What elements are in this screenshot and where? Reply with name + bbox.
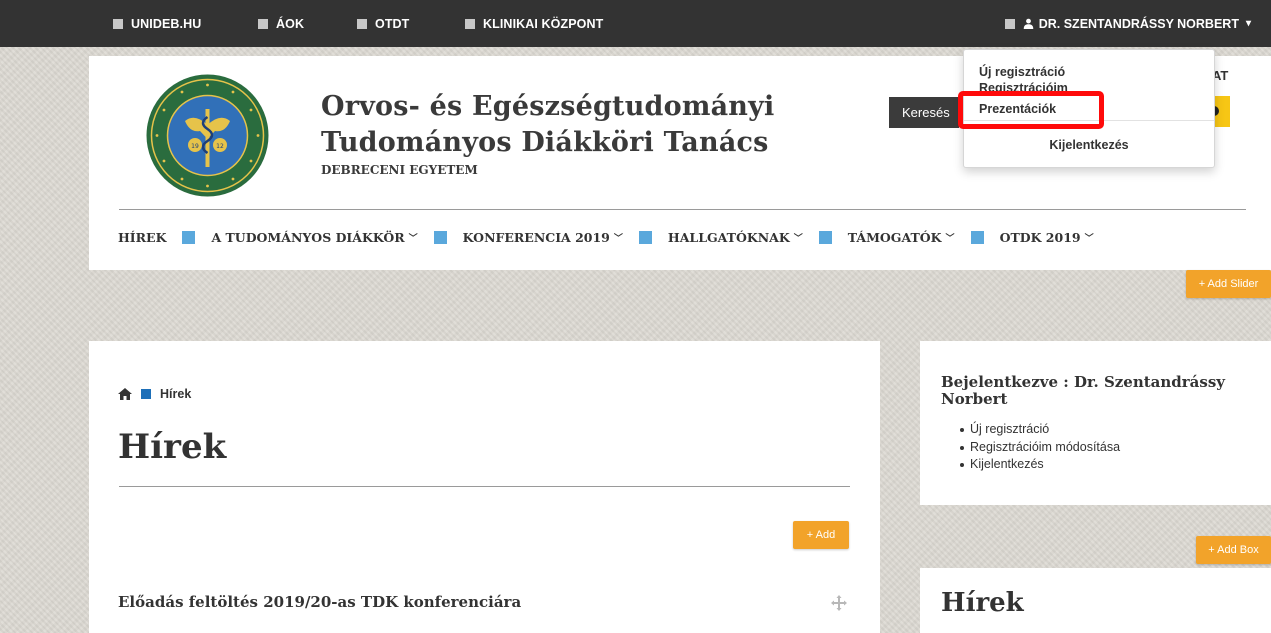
login-status-title: Bejelentkezve : Dr. Szentandrássy Norber… bbox=[941, 373, 1226, 408]
dropdown-item-logout[interactable]: Kijelentkezés bbox=[964, 138, 1214, 152]
dropdown-item-new-registration[interactable]: Új regisztráció bbox=[979, 65, 1065, 79]
site-subtitle: DEBRECENI EGYETEM bbox=[321, 163, 478, 177]
dropdown-item-my-registrations[interactable]: Regisztrációim bbox=[979, 81, 1068, 91]
nav-item-otdk-2019[interactable]: OTDK 2019 ﹀ bbox=[1000, 230, 1094, 245]
breadcrumb: Hírek bbox=[118, 387, 191, 401]
header-divider bbox=[119, 209, 1246, 210]
square-bullet-icon bbox=[465, 18, 475, 29]
breadcrumb-separator bbox=[141, 389, 151, 399]
nav-item-label: HÍREK bbox=[118, 230, 167, 245]
site-title[interactable]: Orvos- és Egészségtudományi Tudományos D… bbox=[321, 89, 774, 161]
nav-item-tamogatok[interactable]: TÁMOGATÓK ﹀ bbox=[848, 230, 955, 245]
add-slider-button[interactable]: + Add Slider bbox=[1186, 270, 1271, 298]
chevron-down-icon: ﹀ bbox=[613, 234, 623, 244]
add-box-button[interactable]: + Add Box bbox=[1196, 536, 1271, 564]
chevron-down-icon: ﹀ bbox=[793, 234, 803, 244]
news-box: Hírek bbox=[920, 568, 1271, 633]
search-button[interactable]: Keresés bbox=[889, 97, 959, 128]
top-link-otdt[interactable]: OTDT bbox=[357, 0, 409, 47]
account-links: Új regisztráció Regisztrációim módosítás… bbox=[959, 421, 1120, 474]
nav-separator bbox=[970, 231, 984, 244]
nav-item-hallgatoknak[interactable]: HALLGATÓKNAK ﹀ bbox=[668, 230, 803, 245]
account-link-logout[interactable]: Kijelentkezés bbox=[959, 456, 1120, 474]
account-link-new-registration[interactable]: Új regisztráció bbox=[959, 421, 1120, 439]
university-seal-logo[interactable]: 19 12 bbox=[145, 73, 270, 198]
nav-separator bbox=[638, 231, 652, 244]
user-icon bbox=[1023, 18, 1033, 29]
add-button[interactable]: + Add bbox=[793, 521, 849, 549]
top-link-label: UNIDEB.HU bbox=[131, 16, 202, 31]
home-icon[interactable] bbox=[118, 388, 132, 400]
nav-item-label: OTDK 2019 bbox=[999, 230, 1081, 245]
main-navigation: HÍREK A TUDOMÁNYOS DIÁKKÖR ﹀ KONFERENCIA… bbox=[118, 230, 1094, 245]
chevron-down-icon: ﹀ bbox=[1084, 234, 1094, 244]
move-icon[interactable] bbox=[831, 595, 847, 611]
nav-item-label: HALLGATÓKNAK bbox=[667, 230, 790, 245]
user-menu-toggle[interactable]: DR. SZENTANDRÁSSY NORBERT ▾ bbox=[1004, 0, 1251, 47]
account-link-edit-registrations[interactable]: Regisztrációim módosítása bbox=[959, 439, 1120, 457]
article-title[interactable]: Előadás feltöltés 2019/20-as TDK konfere… bbox=[118, 593, 521, 611]
nav-item-hirek[interactable]: HÍREK bbox=[118, 230, 166, 245]
top-link-label: ÁOK bbox=[276, 16, 305, 31]
page-title: Hírek bbox=[118, 427, 227, 467]
top-link-label: OTDT bbox=[375, 16, 410, 31]
nav-item-label: TÁMOGATÓK bbox=[847, 230, 942, 245]
square-bullet-icon bbox=[1004, 18, 1015, 29]
top-link-klinikai[interactable]: KLINIKAI KÖZPONT bbox=[465, 0, 603, 47]
title-divider bbox=[119, 486, 850, 487]
breadcrumb-current: Hírek bbox=[160, 387, 192, 401]
top-link-label: KLINIKAI KÖZPONT bbox=[483, 16, 604, 31]
nav-separator bbox=[182, 231, 196, 244]
chevron-down-icon: ﹀ bbox=[945, 234, 955, 244]
main-content: Hírek Hírek + Add Előadás feltöltés 2019… bbox=[89, 341, 880, 633]
chevron-down-icon: ﹀ bbox=[408, 234, 418, 244]
nav-item-konferencia-2019[interactable]: KONFERENCIA 2019 ﹀ bbox=[463, 230, 623, 245]
top-bar: UNIDEB.HU ÁOK OTDT KLINIKAI KÖZPONT DR. … bbox=[0, 0, 1271, 47]
nav-separator bbox=[433, 231, 447, 244]
news-box-title: Hírek bbox=[941, 588, 1024, 618]
login-status-box: Bejelentkezve : Dr. Szentandrássy Norber… bbox=[920, 341, 1271, 505]
site-title-line-1: Orvos- és Egészségtudományi bbox=[321, 91, 775, 122]
svg-text:12: 12 bbox=[216, 143, 224, 150]
site-title-line-2: Tudományos Diákköri Tanács bbox=[321, 127, 769, 158]
square-bullet-icon bbox=[357, 18, 367, 29]
user-name: DR. SZENTANDRÁSSY NORBERT bbox=[1038, 16, 1239, 31]
nav-separator bbox=[818, 231, 832, 244]
nav-item-label: KONFERENCIA 2019 bbox=[462, 230, 610, 245]
top-link-aok[interactable]: ÁOK bbox=[258, 0, 304, 47]
nav-item-label: A TUDOMÁNYOS DIÁKKÖR bbox=[211, 230, 405, 245]
svg-text:19: 19 bbox=[191, 143, 199, 150]
square-bullet-icon bbox=[113, 18, 123, 29]
nav-item-tudomanyos-diakkor[interactable]: A TUDOMÁNYOS DIÁKKÖR ﹀ bbox=[211, 230, 417, 245]
highlight-annotation bbox=[958, 91, 1104, 129]
top-link-unideb[interactable]: UNIDEB.HU bbox=[113, 0, 201, 47]
chevron-down-icon: ▾ bbox=[1245, 18, 1251, 29]
square-bullet-icon bbox=[258, 18, 268, 29]
